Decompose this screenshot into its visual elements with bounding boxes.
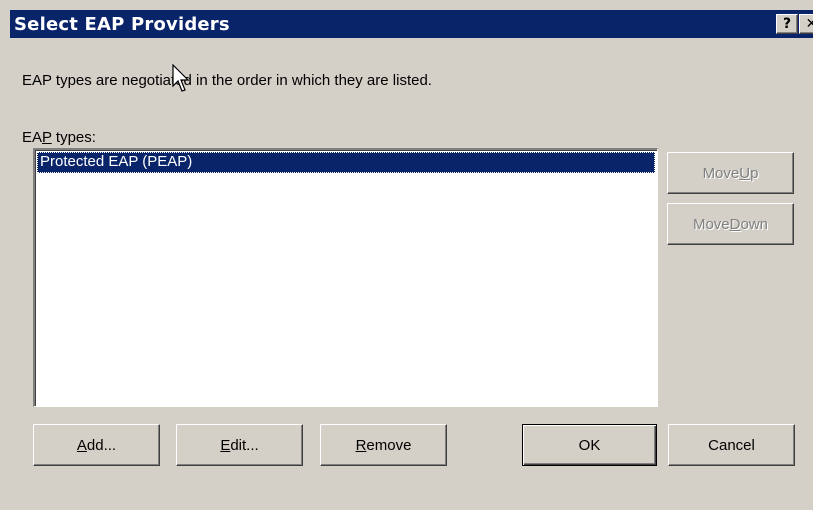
help-icon: ? [782, 16, 792, 32]
cancel-button[interactable]: Cancel [668, 424, 795, 466]
ok-button[interactable]: OK [522, 424, 657, 466]
order-hint-text: EAP types are negotiated in the order in… [22, 72, 432, 89]
eap-types-list[interactable]: Protected EAP (PEAP) [33, 148, 658, 407]
close-button[interactable]: ✕ [799, 14, 813, 34]
title-bar[interactable]: Select EAP Providers ? ✕ [10, 10, 813, 38]
eap-types-label: EAP types: [22, 129, 96, 146]
eap-type-item-peap[interactable]: Protected EAP (PEAP) [37, 152, 655, 173]
help-button[interactable]: ? [776, 14, 798, 34]
close-icon: ✕ [805, 16, 813, 32]
edit-button[interactable]: Edit... [176, 424, 303, 466]
move-down-button[interactable]: Move Down [667, 203, 794, 245]
move-up-button[interactable]: Move Up [667, 152, 794, 194]
add-button[interactable]: Add... [33, 424, 160, 466]
remove-button[interactable]: Remove [320, 424, 447, 466]
select-eap-providers-dialog: Select EAP Providers ? ✕ EAP types are n… [0, 0, 813, 510]
mouse-pointer-icon [172, 64, 190, 92]
dialog-title: Select EAP Providers [14, 14, 230, 35]
